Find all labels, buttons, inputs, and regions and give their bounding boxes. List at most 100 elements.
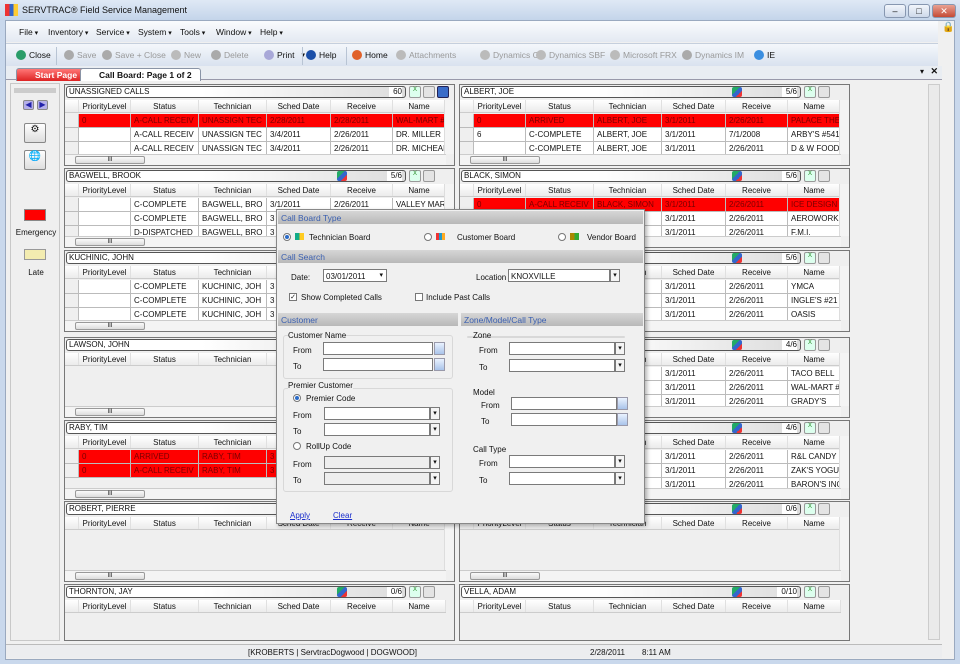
premier-code-to-combo[interactable]	[324, 423, 430, 436]
horizontal-scrollbar[interactable]: III	[460, 154, 841, 165]
print-icon[interactable]	[423, 170, 435, 182]
vertical-scrollbar[interactable]	[444, 517, 454, 570]
column-header-name[interactable]: Name	[788, 266, 841, 278]
row-selector[interactable]	[65, 128, 79, 141]
premier-code-to-dropdown[interactable]: ▾	[430, 423, 440, 436]
column-header-prioritylevel[interactable]: PriorityLevel	[79, 184, 131, 196]
vertical-scrollbar[interactable]	[839, 353, 849, 406]
technician-map-icon[interactable]	[732, 253, 742, 263]
main-vertical-scrollbar[interactable]	[928, 84, 940, 640]
rollup-code-from-combo[interactable]	[324, 456, 430, 469]
row-selector[interactable]	[65, 114, 79, 127]
column-header-technician[interactable]: Technician	[199, 100, 267, 112]
previous-page-button[interactable]: ◀	[23, 100, 34, 110]
zone-from-combo[interactable]	[509, 342, 615, 355]
column-header-status[interactable]: Status	[131, 184, 199, 196]
zone-to-dropdown[interactable]: ▾	[615, 359, 625, 372]
menu-file[interactable]: File	[19, 27, 38, 37]
table-row[interactable]: 0 A-CALL RECEIV UNASSIGN TEC 2/28/2011 2/28/…	[65, 114, 446, 128]
export-excel-icon[interactable]: X	[804, 503, 816, 515]
technician-map-icon[interactable]	[732, 587, 742, 597]
menu-service[interactable]: Service	[96, 27, 130, 37]
print-icon[interactable]	[423, 586, 435, 598]
row-selector[interactable]	[460, 114, 474, 127]
export-excel-icon[interactable]: X	[804, 252, 816, 264]
menu-inventory[interactable]: Inventory	[48, 27, 88, 37]
row-selector[interactable]	[460, 128, 474, 141]
zone-to-combo[interactable]	[509, 359, 615, 372]
column-header-status[interactable]: Status	[131, 100, 199, 112]
column-header-sched-date[interactable]: Sched Date	[267, 184, 331, 196]
export-excel-icon[interactable]: X	[409, 170, 421, 182]
column-header-prioritylevel[interactable]: PriorityLevel	[79, 600, 131, 612]
column-header-technician[interactable]: Technician	[199, 517, 267, 529]
column-header-prioritylevel[interactable]: PriorityLevel	[474, 100, 526, 112]
export-excel-icon[interactable]: X	[804, 170, 816, 182]
include-past-checkbox[interactable]	[415, 293, 423, 301]
column-header-name[interactable]: Name	[788, 517, 841, 529]
rollup-code-from-dropdown[interactable]: ▾	[430, 456, 440, 469]
column-header-name[interactable]: Name	[788, 353, 841, 365]
column-header-receive[interactable]: Receive	[331, 184, 393, 196]
table-row[interactable]: A-CALL RECEIV UNASSIGN TEC 3/4/2011 2/26/20…	[65, 128, 446, 142]
menu-system[interactable]: System	[138, 27, 172, 37]
column-header-sched-date[interactable]: Sched Date	[662, 436, 726, 448]
print-icon[interactable]	[818, 586, 830, 598]
column-header-name[interactable]: Name	[788, 100, 841, 112]
toolbar-ie-button[interactable]: IE	[754, 50, 775, 60]
technician-map-icon[interactable]	[337, 587, 347, 597]
toolbar-save-close-button[interactable]: Save + Close	[102, 50, 166, 60]
assign-technician-icon[interactable]	[437, 86, 449, 98]
column-header-technician[interactable]: Technician	[199, 266, 267, 278]
toolbar-save-button[interactable]: Save	[64, 50, 96, 60]
technician-name-bar[interactable]: BAGWELL, BROOK 5/6	[66, 170, 406, 182]
show-completed-checkbox[interactable]: ✓	[289, 293, 297, 301]
tab-list-dropdown[interactable]: ▾	[920, 67, 924, 76]
technician-name-bar[interactable]: VELLA, ADAM 0/10	[461, 586, 801, 598]
column-header-sched-date[interactable]: Sched Date	[662, 353, 726, 365]
column-header-name[interactable]: Name	[393, 600, 446, 612]
location-dropdown-button[interactable]: ▾	[610, 269, 620, 282]
tab-start-page[interactable]: Start Page	[16, 68, 87, 81]
date-picker[interactable]: 03/01/2011 ▾	[323, 269, 387, 282]
scroll-thumb[interactable]: III	[470, 156, 540, 164]
column-header-receive[interactable]: Receive	[331, 100, 393, 112]
column-header-status[interactable]: Status	[526, 100, 594, 112]
call-type-to-combo[interactable]	[509, 472, 615, 485]
toolbar-dynamics-sbf-button[interactable]: Dynamics SBF	[536, 50, 605, 60]
column-header-status[interactable]: Status	[131, 600, 199, 612]
vertical-scrollbar[interactable]	[839, 184, 849, 236]
column-header-name[interactable]: Name	[393, 184, 446, 196]
technician-map-icon[interactable]	[337, 171, 347, 181]
column-header-receive[interactable]: Receive	[331, 600, 393, 612]
scroll-thumb[interactable]: III	[75, 408, 145, 416]
menu-window[interactable]: Window	[216, 27, 252, 37]
column-header-status[interactable]: Status	[131, 266, 199, 278]
premier-code-from-combo[interactable]	[324, 407, 430, 420]
next-page-button[interactable]: ▶	[37, 100, 48, 110]
zone-from-dropdown[interactable]: ▾	[615, 342, 625, 355]
column-header-receive[interactable]: Receive	[726, 436, 788, 448]
customer-name-from-lookup-icon[interactable]	[434, 342, 445, 355]
print-icon[interactable]	[423, 86, 435, 98]
column-header-prioritylevel[interactable]: PriorityLevel	[79, 517, 131, 529]
column-header-sched-date[interactable]: Sched Date	[662, 184, 726, 196]
model-from-input[interactable]	[511, 397, 617, 410]
rollup-code-to-combo[interactable]	[324, 472, 430, 485]
vertical-scrollbar[interactable]	[839, 436, 849, 488]
column-header-technician[interactable]: Technician	[199, 353, 267, 365]
scroll-thumb[interactable]: III	[75, 322, 145, 330]
scroll-thumb[interactable]: III	[470, 572, 540, 580]
export-excel-icon[interactable]: X	[409, 586, 421, 598]
call-type-from-dropdown[interactable]: ▾	[615, 455, 625, 468]
scroll-thumb[interactable]: III	[75, 156, 145, 164]
radio-rollup-code[interactable]	[293, 442, 301, 450]
toolbar-dynamics-im-button[interactable]: Dynamics IM	[682, 50, 744, 60]
column-header-sched-date[interactable]: Sched Date	[662, 517, 726, 529]
toolbar-close-button[interactable]: Close	[16, 50, 51, 60]
column-header-status[interactable]: Status	[526, 184, 594, 196]
row-selector[interactable]	[65, 198, 79, 211]
toolbar-help-button[interactable]: Help	[306, 50, 336, 60]
maximize-button[interactable]: □	[908, 4, 930, 18]
scroll-thumb[interactable]: III	[75, 490, 145, 498]
